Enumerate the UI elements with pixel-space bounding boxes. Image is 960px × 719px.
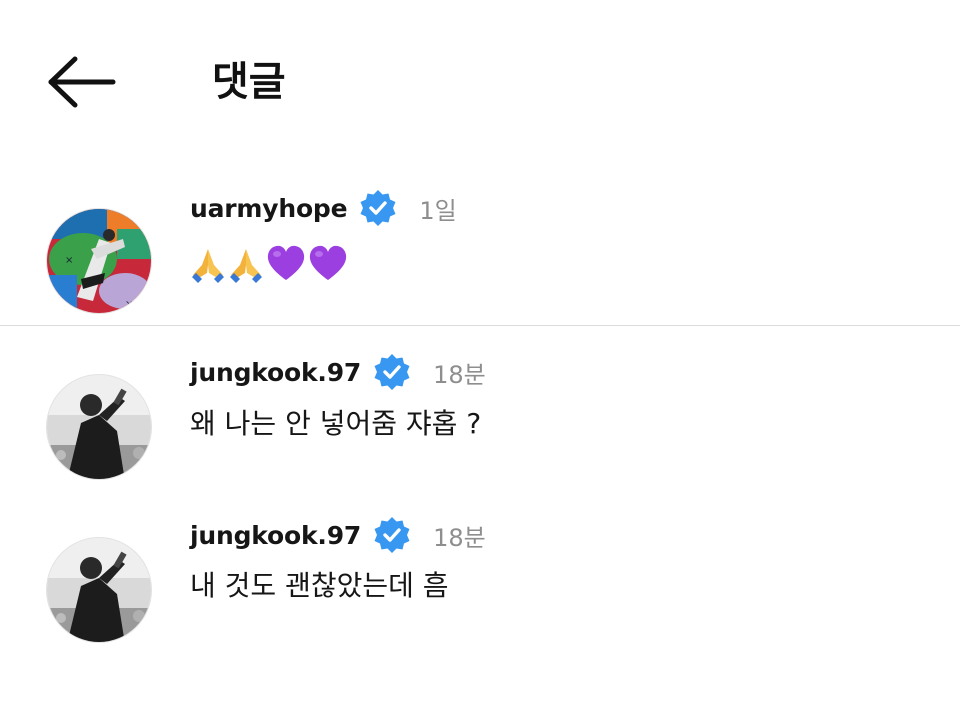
divider [0,325,960,326]
comment-time: 18분 [433,523,486,552]
header: 댓글 [0,0,960,150]
svg-text:×: × [65,255,73,266]
username[interactable]: uarmyhope [190,194,348,223]
comment-text: 왜 나는 안 넣어줌 쟈홉 ? [190,407,482,440]
folded-hands-icon [190,243,226,283]
avatar[interactable] [46,537,152,643]
comment-meta: jungkook.97 18분 [190,352,486,392]
arrow-left-icon [48,56,116,108]
comment-time: 18분 [433,360,486,389]
username[interactable]: jungkook.97 [190,521,361,550]
comment-meta: uarmyhope 1일 [190,188,457,228]
verified-badge-icon [359,189,397,227]
comment-meta: jungkook.97 18분 [190,515,486,555]
purple-heart-icon [308,244,348,282]
comment-text [190,241,350,285]
comment-time: 1일 [419,196,457,225]
comment-text: 내 것도 괜찮았는데 흠 [190,569,449,602]
avatar[interactable]: × × [46,208,152,314]
back-button[interactable] [44,52,120,112]
verified-badge-icon [373,516,411,554]
purple-heart-icon [266,244,306,282]
svg-text:×: × [125,299,133,310]
avatar[interactable] [46,374,152,480]
page-title: 댓글 [212,59,286,105]
verified-badge-icon [373,353,411,391]
username[interactable]: jungkook.97 [190,358,361,387]
folded-hands-icon [228,243,264,283]
